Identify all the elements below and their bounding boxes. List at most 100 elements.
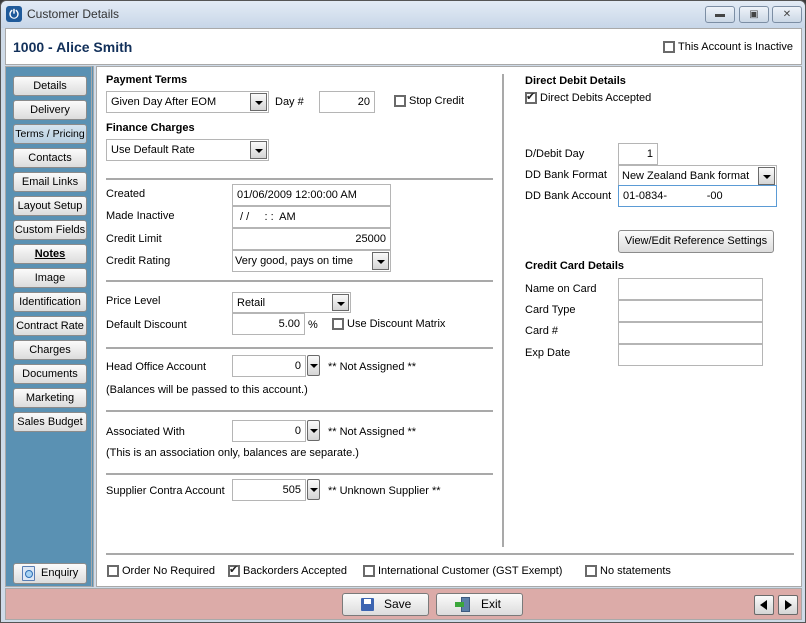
made-inactive-label: Made Inactive [106,210,175,222]
divider [106,473,493,475]
exp-date-input[interactable] [618,344,763,366]
supplier-contra-lookup-button[interactable] [307,479,320,500]
inactive-checkbox[interactable]: This Account is Inactive [663,41,793,54]
enquiry-label: Enquiry [41,567,79,579]
chevron-down-icon[interactable] [332,294,349,311]
close-button[interactable]: ✕ [772,6,802,23]
sidebar-item-terms-pricing[interactable]: Terms / Pricing [13,124,87,144]
sidebar-item-contract-rate[interactable]: Contract Rate [13,316,87,336]
card-type-input[interactable] [618,300,763,322]
associated-name: ** Not Assigned ** [328,426,417,438]
backorders-accepted-label: Backorders Accepted [243,565,347,578]
stop-credit-checkbox-box[interactable] [394,95,406,108]
order-no-required-checkbox-box[interactable] [107,565,119,578]
default-discount-input[interactable]: 5.00 [232,313,305,335]
sidebar-item-custom-fields[interactable]: Custom Fields [13,220,87,240]
percent-label: % [308,319,318,331]
customer-details-window: ⏻ Customer Details ▬ ▣ ✕ 1000 - Alice Sm… [0,0,806,623]
customer-header: 1000 - Alice Smith This Account is Inact… [5,28,802,65]
created-label: Created [106,188,146,200]
customer-title: 1000 - Alice Smith [13,39,133,55]
minimize-button[interactable]: ▬ [705,6,735,23]
next-record-button[interactable] [778,595,798,615]
save-button[interactable]: Save [342,593,429,616]
sidebar-item-charges[interactable]: Charges [13,340,87,360]
sidebar-item-image[interactable]: Image [13,268,87,288]
card-number-input[interactable] [618,322,763,344]
sidebar-item-details[interactable]: Details [13,76,87,96]
discount-matrix-checkbox-box[interactable] [332,318,344,331]
chevron-down-icon[interactable] [372,252,389,270]
bank-account-label: DD Bank Account [525,190,612,202]
associated-lookup-button[interactable] [307,420,320,441]
created-field: 01/06/2009 12:00:00 AM [232,184,391,206]
price-level-dropdown[interactable]: Retail [232,292,351,313]
enquiry-button[interactable]: Enquiry [13,563,87,584]
sidebar-item-layout-setup[interactable]: Layout Setup [13,196,87,216]
bank-format-value: New Zealand Bank format [622,170,750,182]
day-number-input[interactable]: 20 [319,91,375,113]
floppy-disk-icon [361,598,374,611]
credit-rating-dropdown[interactable]: Very good, pays on time [232,250,391,272]
order-no-required-checkbox[interactable]: Order No Required [107,565,215,578]
finance-charges-dropdown[interactable]: Use Default Rate [106,139,269,161]
price-level-label: Price Level [106,295,161,307]
payment-terms-value: Given Day After EOM [111,96,217,108]
bank-format-dropdown[interactable]: New Zealand Bank format [618,165,777,187]
debit-day-input[interactable]: 1 [618,143,658,165]
no-statements-checkbox-box[interactable] [585,565,597,578]
head-office-name: ** Not Assigned ** [328,361,417,373]
backorders-accepted-checkbox-box[interactable] [228,563,240,578]
credit-card-heading: Credit Card Details [525,260,625,272]
head-office-input[interactable]: 0 [232,355,306,377]
previous-record-button[interactable] [754,595,774,615]
head-office-note: (Balances will be passed to this account… [106,384,308,396]
stop-credit-checkbox[interactable]: Stop Credit [394,95,464,108]
footer-bar: Save Exit [5,588,802,620]
associated-with-label: Associated With [106,426,185,438]
associated-with-input[interactable]: 0 [232,420,306,442]
direct-debits-accepted-checkbox[interactable]: Direct Debits Accepted [525,90,651,105]
exit-button[interactable]: Exit [436,593,523,616]
divider [106,178,493,180]
credit-rating-value: Very good, pays on time [235,255,354,267]
no-statements-checkbox[interactable]: No statements [585,565,671,578]
head-office-lookup-button[interactable] [307,355,320,376]
direct-debits-accepted-checkbox-box[interactable] [525,90,537,105]
international-customer-checkbox[interactable]: International Customer (GST Exempt) [363,565,563,578]
divider [106,280,493,282]
name-on-card-input[interactable] [618,278,763,300]
bank-account-input[interactable]: 01-0834- -00 [618,185,777,207]
restore-button[interactable]: ▣ [739,6,769,23]
sidebar-item-email-links[interactable]: Email Links [13,172,87,192]
sidebar-item-delivery[interactable]: Delivery [13,100,87,120]
no-statements-label: No statements [600,565,671,578]
sidebar-item-contacts[interactable]: Contacts [13,148,87,168]
international-customer-label: International Customer (GST Exempt) [378,565,563,578]
view-edit-reference-settings-button[interactable]: View/Edit Reference Settings [618,230,774,253]
divider [106,410,493,412]
payment-terms-heading: Payment Terms [106,74,188,86]
chevron-down-icon[interactable] [250,93,267,111]
supplier-contra-input[interactable]: 505 [232,479,306,501]
supplier-contra-name: ** Unknown Supplier ** [328,485,441,497]
sidebar-item-identification[interactable]: Identification [13,292,87,312]
divider [106,347,493,349]
terms-pricing-panel: Payment Terms Given Day After EOM Day # … [96,66,802,587]
chevron-down-icon[interactable] [758,167,775,185]
inactive-checkbox-label: This Account is Inactive [678,41,793,54]
international-customer-checkbox-box[interactable] [363,565,375,578]
inactive-checkbox-box[interactable] [663,41,675,54]
sidebar-item-notes[interactable]: Notes [13,244,87,264]
sidebar-item-sales-budget[interactable]: Sales Budget [13,412,87,432]
backorders-accepted-checkbox[interactable]: Backorders Accepted [228,563,347,578]
sidebar-item-marketing[interactable]: Marketing [13,388,87,408]
credit-limit-input[interactable]: 25000 [232,228,391,250]
direct-debit-heading: Direct Debit Details [525,75,626,87]
made-inactive-field[interactable]: / / : : AM [232,206,391,228]
exit-label: Exit [481,597,502,611]
sidebar-item-documents[interactable]: Documents [13,364,87,384]
discount-matrix-checkbox[interactable]: Use Discount Matrix [332,318,445,331]
chevron-down-icon[interactable] [250,141,267,159]
payment-terms-dropdown[interactable]: Given Day After EOM [106,91,269,113]
